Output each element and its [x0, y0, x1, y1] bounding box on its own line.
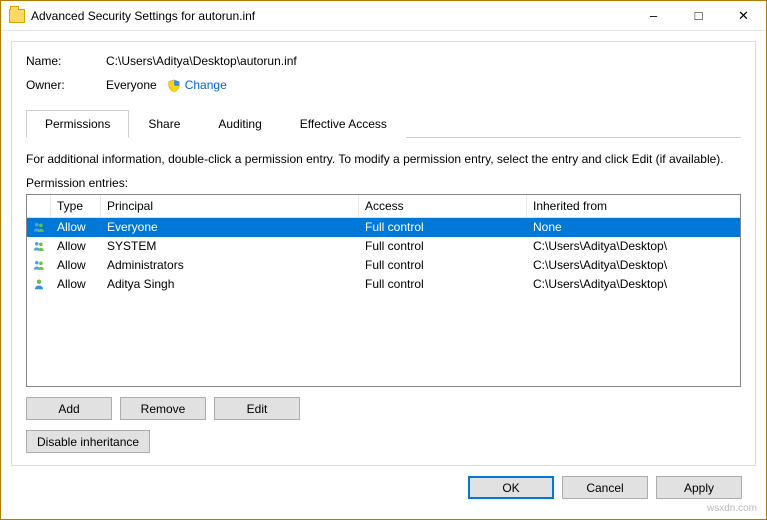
cell-inherited: None: [527, 220, 740, 234]
ok-button[interactable]: OK: [468, 476, 554, 499]
tab-auditing[interactable]: Auditing: [199, 110, 280, 138]
col-principal[interactable]: Principal: [101, 195, 359, 217]
edit-button[interactable]: Edit: [214, 397, 300, 420]
folder-icon: [9, 9, 25, 23]
name-row: Name: C:\Users\Aditya\Desktop\autorun.in…: [26, 54, 741, 68]
group-icon: [27, 238, 51, 254]
disable-inheritance-button[interactable]: Disable inheritance: [26, 430, 150, 453]
cell-principal: Administrators: [101, 258, 359, 272]
maximize-button[interactable]: □: [676, 1, 721, 30]
cell-principal: Everyone: [101, 220, 359, 234]
info-text: For additional information, double-click…: [26, 152, 741, 166]
cell-principal: Aditya Singh: [101, 277, 359, 291]
remove-button[interactable]: Remove: [120, 397, 206, 420]
cell-inherited: C:\Users\Aditya\Desktop\: [527, 258, 740, 272]
cancel-button[interactable]: Cancel: [562, 476, 648, 499]
col-type[interactable]: Type: [51, 195, 101, 217]
entries-label: Permission entries:: [26, 176, 741, 190]
cell-type: Allow: [51, 277, 101, 291]
col-access[interactable]: Access: [359, 195, 527, 217]
cell-type: Allow: [51, 258, 101, 272]
cell-access: Full control: [359, 220, 527, 234]
change-owner-link[interactable]: Change: [167, 78, 227, 93]
permission-row[interactable]: AllowSYSTEMFull controlC:\Users\Aditya\D…: [27, 237, 740, 256]
col-icon[interactable]: [27, 195, 51, 217]
cell-access: Full control: [359, 277, 527, 291]
permission-row[interactable]: AllowEveryoneFull controlNone: [27, 218, 740, 237]
cell-inherited: C:\Users\Aditya\Desktop\: [527, 277, 740, 291]
change-link-text: Change: [185, 78, 227, 92]
tab-permissions[interactable]: Permissions: [26, 110, 129, 138]
apply-button[interactable]: Apply: [656, 476, 742, 499]
cell-type: Allow: [51, 239, 101, 253]
permission-row[interactable]: AllowAdministratorsFull controlC:\Users\…: [27, 256, 740, 275]
cell-type: Allow: [51, 220, 101, 234]
cell-access: Full control: [359, 239, 527, 253]
permission-row[interactable]: AllowAditya SinghFull controlC:\Users\Ad…: [27, 275, 740, 294]
entry-buttons: Add Remove Edit: [26, 397, 741, 420]
name-label: Name:: [26, 54, 106, 68]
name-value: C:\Users\Aditya\Desktop\autorun.inf: [106, 54, 297, 68]
cell-access: Full control: [359, 258, 527, 272]
tab-strip: PermissionsShareAuditingEffective Access: [26, 109, 741, 138]
permission-entries-grid: Type Principal Access Inherited from All…: [26, 194, 741, 387]
close-button[interactable]: ✕: [721, 1, 766, 30]
owner-row: Owner: Everyone Change: [26, 78, 741, 93]
inheritance-buttons: Disable inheritance: [26, 430, 741, 453]
main-panel: Name: C:\Users\Aditya\Desktop\autorun.in…: [11, 41, 756, 466]
window-title: Advanced Security Settings for autorun.i…: [31, 9, 631, 23]
owner-label: Owner:: [26, 78, 106, 92]
minimize-button[interactable]: –: [631, 1, 676, 30]
dialog-buttons: OK Cancel Apply: [11, 466, 756, 509]
group-icon: [27, 219, 51, 235]
cell-principal: SYSTEM: [101, 239, 359, 253]
security-settings-window: Advanced Security Settings for autorun.i…: [0, 0, 767, 520]
titlebar: Advanced Security Settings for autorun.i…: [1, 1, 766, 31]
window-controls: – □ ✕: [631, 1, 766, 30]
tab-share[interactable]: Share: [129, 110, 199, 138]
grid-body: AllowEveryoneFull controlNoneAllowSYSTEM…: [27, 218, 740, 294]
tab-effective-access[interactable]: Effective Access: [281, 110, 406, 138]
group-icon: [27, 257, 51, 273]
owner-value: Everyone: [106, 78, 157, 92]
user-icon: [27, 276, 51, 292]
shield-icon: [167, 79, 181, 93]
cell-inherited: C:\Users\Aditya\Desktop\: [527, 239, 740, 253]
add-button[interactable]: Add: [26, 397, 112, 420]
content-area: Name: C:\Users\Aditya\Desktop\autorun.in…: [1, 31, 766, 519]
col-inherited[interactable]: Inherited from: [527, 195, 740, 217]
grid-header: Type Principal Access Inherited from: [27, 195, 740, 218]
